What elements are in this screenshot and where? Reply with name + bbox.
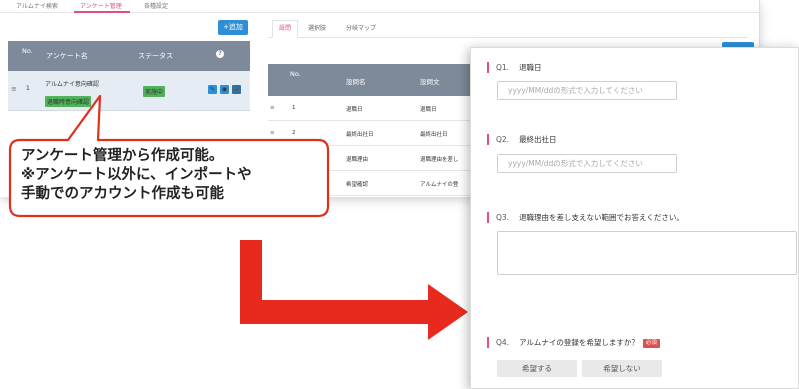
option-wish-button[interactable]: 希望する [497,360,577,377]
last-work-date-field[interactable]: yyyy/MM/ddの形式で入力してください [497,154,677,173]
question-text: 退職理由を差し支えない範囲でお答えください。 [519,213,684,222]
option-no-wish-button[interactable]: 希望しない [582,360,662,377]
retirement-date-field[interactable]: yyyy/MM/ddの形式で入力してください [497,81,677,100]
required-badge: 必須 [642,339,660,348]
question-label-q3: Q3. 退職理由を差し支えない範囲でお答えください。 [487,212,684,223]
placeholder-text: yyyy/MM/ddの形式で入力してください [508,159,643,168]
question-text: 最終出社日 [519,135,557,144]
question-label-q4: Q4. アルムナイの登録を希望しますか？ 必須 [487,337,660,348]
question-number: Q1. [496,63,510,72]
question-text: 退職日 [519,63,542,72]
question-label-q2: Q2. 最終出社日 [487,134,557,145]
question-number: Q3. [496,213,510,222]
survey-form-window: Q1. 退職日 yyyy/MM/ddの形式で入力してください Q2. 最終出社日 y… [470,47,799,389]
retirement-reason-textarea[interactable] [497,231,797,275]
question-number: Q2. [496,135,510,144]
question-label-q1: Q1. 退職日 [487,62,542,73]
question-number: Q4. [496,338,510,347]
question-text: アルムナイの登録を希望しますか？ [519,338,639,347]
